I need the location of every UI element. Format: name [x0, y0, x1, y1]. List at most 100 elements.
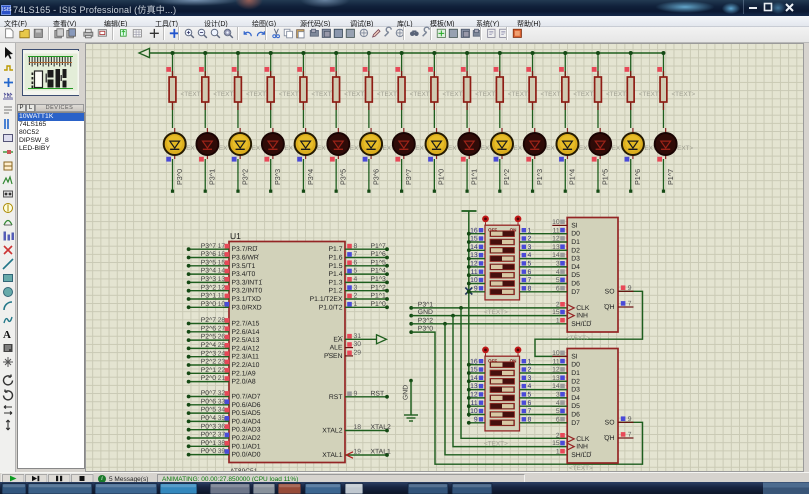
svg-text:P3.7/RD: P3.7/RD — [232, 246, 258, 253]
svg-text:5: 5 — [528, 261, 532, 268]
svg-text:D6: D6 — [571, 412, 580, 419]
svg-text:P2^3: P2^3 — [201, 350, 217, 357]
svg-text:P0^2: P0^2 — [201, 432, 217, 439]
svg-text:P3^0: P3^0 — [175, 169, 184, 185]
svg-text:<TEXT>: <TEXT> — [484, 441, 508, 448]
svg-text:P1.5: P1.5 — [329, 263, 343, 270]
svg-text:P3^4: P3^4 — [201, 268, 217, 275]
svg-text:36: 36 — [218, 423, 226, 430]
svg-text:P1^6: P1^6 — [371, 251, 387, 258]
svg-text:P2^2: P2^2 — [201, 359, 217, 366]
svg-text:33: 33 — [218, 398, 226, 405]
svg-text:P1^5: P1^5 — [371, 259, 387, 266]
svg-text:D1: D1 — [571, 239, 580, 246]
svg-text:XTAL1: XTAL1 — [371, 449, 391, 456]
svg-text:17: 17 — [218, 243, 226, 250]
svg-text:9: 9 — [628, 416, 632, 423]
svg-text:31: 31 — [354, 333, 362, 340]
svg-text:CLK: CLK — [576, 305, 590, 312]
svg-text:P1^0: P1^0 — [437, 169, 446, 185]
svg-text:15: 15 — [552, 309, 560, 316]
svg-text:<TEXT>: <TEXT> — [213, 91, 237, 98]
svg-text:P1^2: P1^2 — [502, 169, 511, 185]
svg-text:4: 4 — [528, 252, 532, 259]
svg-text:U1: U1 — [230, 231, 241, 241]
svg-text:P3^1: P3^1 — [201, 293, 217, 300]
svg-text:P1^7: P1^7 — [666, 169, 675, 185]
svg-text:P2.7/A15: P2.7/A15 — [232, 321, 260, 328]
svg-text:8: 8 — [528, 416, 532, 423]
svg-text:D5: D5 — [571, 403, 580, 410]
svg-text:CLK: CLK — [576, 436, 590, 443]
svg-text:2: 2 — [528, 236, 532, 243]
svg-text:6: 6 — [528, 400, 532, 407]
svg-text:INH: INH — [576, 313, 588, 320]
svg-text:15: 15 — [552, 440, 560, 447]
svg-text:P0^6: P0^6 — [201, 398, 217, 405]
svg-text:22: 22 — [218, 367, 226, 374]
svg-text:P3.6/WR: P3.6/WR — [232, 255, 259, 262]
svg-text:P1^4: P1^4 — [568, 169, 577, 185]
svg-text:P1.6: P1.6 — [329, 255, 343, 262]
svg-text:<TEXT>: <TEXT> — [475, 91, 499, 98]
svg-text:P0^0: P0^0 — [201, 448, 217, 455]
svg-text:XTAL2: XTAL2 — [371, 424, 391, 431]
svg-text:16: 16 — [218, 251, 226, 258]
svg-text:<TEXT>: <TEXT> — [606, 91, 630, 98]
svg-text:SH/LD: SH/LD — [571, 321, 591, 328]
svg-text:26: 26 — [218, 334, 226, 341]
svg-text:P1^1: P1^1 — [469, 169, 478, 185]
svg-text:12: 12 — [470, 392, 478, 399]
svg-text:<TEXT>: <TEXT> — [639, 91, 663, 98]
svg-text:3: 3 — [528, 375, 532, 382]
svg-text:13: 13 — [470, 383, 478, 390]
svg-text:P1.2: P1.2 — [329, 288, 343, 295]
svg-text:D7: D7 — [571, 420, 580, 427]
svg-text:<TEXT>: <TEXT> — [671, 91, 695, 98]
svg-text:D5: D5 — [571, 272, 580, 279]
svg-text:QH: QH — [604, 304, 614, 311]
svg-text:P0^4: P0^4 — [201, 415, 217, 422]
svg-text:1: 1 — [528, 227, 532, 234]
svg-text:37: 37 — [218, 432, 226, 439]
svg-text:P3^7: P3^7 — [201, 243, 217, 250]
svg-text:ALE: ALE — [330, 345, 343, 352]
svg-text:P2^7: P2^7 — [201, 317, 217, 324]
svg-text:P0.3/AD3: P0.3/AD3 — [232, 427, 261, 434]
svg-text:15: 15 — [218, 259, 226, 266]
svg-text:SH/LD: SH/LD — [571, 452, 591, 459]
svg-text:<TEXT>: <TEXT> — [484, 309, 508, 316]
svg-text:P1^4: P1^4 — [371, 268, 387, 275]
svg-text:27: 27 — [218, 325, 226, 332]
svg-text:29: 29 — [354, 350, 362, 357]
svg-text:P3^2: P3^2 — [240, 169, 249, 185]
svg-text:25: 25 — [218, 342, 226, 349]
svg-text:P0.0/AD0: P0.0/AD0 — [232, 452, 261, 459]
svg-text:D2: D2 — [571, 378, 580, 385]
svg-text:SO: SO — [605, 288, 615, 295]
svg-text:7: 7 — [354, 251, 358, 258]
svg-text:11: 11 — [218, 293, 225, 300]
svg-text:P3.4/T0: P3.4/T0 — [232, 271, 256, 278]
svg-text:P3^3: P3^3 — [273, 169, 282, 185]
svg-text:P1^3: P1^3 — [371, 276, 387, 283]
svg-text:P2^0: P2^0 — [201, 375, 217, 382]
svg-text:EA: EA — [333, 336, 343, 343]
svg-text:13: 13 — [470, 252, 478, 259]
svg-text:4: 4 — [354, 276, 358, 283]
svg-text:P0.2/AD2: P0.2/AD2 — [232, 435, 261, 442]
svg-text:34: 34 — [218, 407, 226, 414]
svg-text:<TEXT>: <TEXT> — [279, 91, 303, 98]
svg-text:XTAL2: XTAL2 — [322, 428, 342, 435]
svg-text:D3: D3 — [571, 256, 580, 263]
svg-text:P3.5/T1: P3.5/T1 — [232, 263, 256, 270]
svg-text:16: 16 — [470, 227, 478, 234]
svg-text:2: 2 — [528, 367, 532, 374]
svg-text:15: 15 — [470, 367, 478, 374]
svg-text:P2^6: P2^6 — [201, 325, 217, 332]
svg-text:<TEXT>: <TEXT> — [181, 91, 205, 98]
svg-text:P3.3/INT1: P3.3/INT1 — [232, 279, 263, 286]
svg-text:P2^1: P2^1 — [201, 367, 217, 374]
svg-text:P2.6/A14: P2.6/A14 — [232, 329, 260, 336]
svg-text:10: 10 — [552, 219, 560, 226]
